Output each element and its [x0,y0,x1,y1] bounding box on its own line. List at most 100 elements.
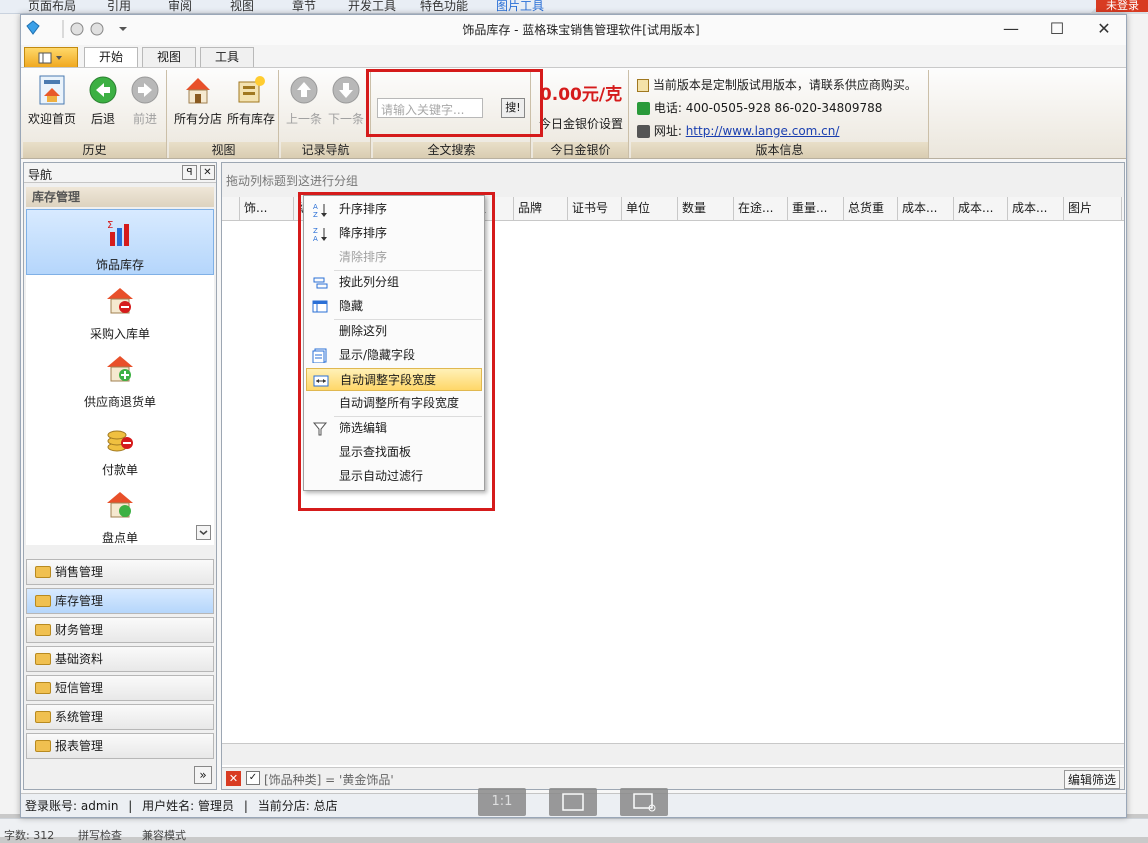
column-header[interactable]: 饰... [240,197,294,220]
home-button[interactable]: 欢迎首页 [25,74,79,127]
nav-item-label: 饰品库存 [95,258,144,272]
tab-home[interactable]: 开始 [84,47,138,67]
folder-icon [35,566,51,578]
folder-icon [35,624,51,636]
tab-tools[interactable]: 工具 [200,47,254,67]
back-label: 后退 [90,112,115,126]
nav-item-label: 采购入库单 [89,327,150,341]
nav-group-label: 销售管理 [55,565,104,579]
nav-group-label: 财务管理 [55,623,104,637]
clear-filter-icon[interactable]: ✕ [226,771,241,786]
nav-item-payment[interactable]: 付款单 [26,415,214,481]
nav-item-purchase-receipt[interactable]: 采购入库单 [26,279,214,345]
nav-group-finance[interactable]: 财务管理 [26,617,214,643]
minimize-button[interactable]: — [996,17,1026,41]
viewer-crop-button[interactable] [620,788,668,816]
bg-tab-layout: 页面布局 [28,0,77,13]
viewer-one-to-one-button[interactable]: 1:1 [478,788,526,816]
edit-filter-button[interactable]: 编辑筛选 [1064,770,1121,789]
column-header[interactable]: 重量... [788,197,844,220]
close-button[interactable]: ✕ [1089,17,1119,41]
nav-close-button[interactable]: ✕ [200,165,215,180]
all-branches-button[interactable]: 所有分店 [171,74,225,127]
forward-button[interactable]: 前进 [125,74,165,127]
website-link[interactable]: http://www.lange.com.cn/ [686,124,840,138]
group-search-label: 全文搜索 [373,142,530,158]
login-badge: 未登录 [1096,0,1148,12]
nav-item-supplier-return[interactable]: 供应商退货单 [26,347,214,413]
folder-icon [35,711,51,723]
bg-tab-picture: 图片工具 [496,0,545,13]
status-branch: 当前分店: 总店 [257,799,338,813]
row-indicator-header [222,197,240,220]
ribbon-tab-bar: 开始 视图 工具 [21,45,1126,67]
bg-tab-feature: 特色功能 [420,0,469,13]
all-inventory-label: 所有库存 [226,112,275,126]
column-header[interactable]: 成本... [954,197,1008,220]
next-record-label: 下一条 [327,112,364,126]
version-notice: 当前版本是定制版试用版本，请联系供应商购买。 [652,78,917,92]
gold-price-setting[interactable]: 今日金银价设置 [533,115,629,132]
column-header[interactable]: 成本... [1008,197,1064,220]
nav-item-jewelry-inventory[interactable]: Σ 饰品库存 [26,209,214,275]
column-header[interactable]: 品牌 [514,197,568,220]
nav-item-list: Σ 饰品库存 采购入库单 供应商退货单 付款单 盘点单 [26,209,214,545]
nav-section-title: 库存管理 [26,187,214,207]
column-header[interactable]: 图片 [1064,197,1122,220]
nav-group-basic-data[interactable]: 基础资料 [26,646,214,672]
app-window: 饰品库存 - 蓝格珠宝销售管理软件[试用版本] — ☐ ✕ 开始 视图 工具 欢… [20,14,1127,818]
nav-group-label: 短信管理 [55,681,104,695]
column-header[interactable]: 在途... [734,197,788,220]
background-menu-bar: 页面布局 引用 审阅 视图 章节 开发工具 特色功能 图片工具 [0,0,1148,14]
bg-tab-chapter: 章节 [292,0,317,13]
group-history-label: 历史 [23,142,166,158]
column-header[interactable]: 成本... [898,197,954,220]
filter-text: [饰品种类] = '黄金饰品' [264,773,394,787]
back-button[interactable]: 后退 [83,74,123,127]
column-header[interactable]: 总货重 [844,197,898,220]
nav-expand-button[interactable] [196,525,211,540]
column-header[interactable]: 数量 [678,197,734,220]
house-refresh-icon [107,492,133,518]
all-inventory-button[interactable]: 所有库存 [225,74,277,127]
nav-group-reports[interactable]: 报表管理 [26,733,214,759]
inventory-icon [238,76,265,103]
nav-header: 导航 ꟼ ✕ [24,163,216,183]
prev-record-button[interactable]: 上一条 [283,74,325,127]
nav-group-system[interactable]: 系统管理 [26,704,214,730]
menu-highlight-box [298,192,495,511]
bg-tab-ref: 引用 [107,0,132,13]
quick-access-icons [26,20,127,38]
nav-group-sales[interactable]: 销售管理 [26,559,214,585]
svg-text:Σ: Σ [107,220,113,231]
prev-record-label: 上一条 [285,112,322,126]
app-menu-button[interactable] [24,47,78,67]
nav-group-inventory[interactable]: 库存管理 [26,588,214,614]
nav-group-sms[interactable]: 短信管理 [26,675,214,701]
menu-icon [38,52,62,64]
viewer-fit-button[interactable] [549,788,597,816]
column-header[interactable]: 单位 [622,197,678,220]
phone-row: 电话: 400-0505-928 86-020-34809788 [637,99,927,116]
column-header[interactable]: 证书号 [568,197,622,220]
tab-view[interactable]: 视图 [142,47,196,67]
nav-group-label: 系统管理 [55,710,104,724]
nav-more-button[interactable]: » [194,766,212,784]
nav-group-label: 报表管理 [55,739,104,753]
nav-item-stocktake[interactable]: 盘点单 [26,483,214,545]
folder-icon [35,682,51,694]
next-record-button[interactable]: 下一条 [325,74,367,127]
horizontal-scrollbar[interactable] [222,743,1124,765]
pin-button[interactable]: ꟼ [182,165,197,180]
forward-arrow-icon [131,76,159,104]
filter-enable-checkbox[interactable]: ✓ [246,771,260,785]
nav-group-label: 基础资料 [55,652,104,666]
nav-title: 导航 [28,168,53,182]
background-left-edge [0,14,20,814]
background-right-edge [1127,14,1148,814]
maximize-button[interactable]: ☐ [1042,17,1072,41]
coins-icon [107,430,133,452]
all-branches-label: 所有分店 [173,112,222,126]
bar-chart-icon: Σ [107,220,129,246]
gold-price-value[interactable]: 0.00元/克 [535,80,627,105]
